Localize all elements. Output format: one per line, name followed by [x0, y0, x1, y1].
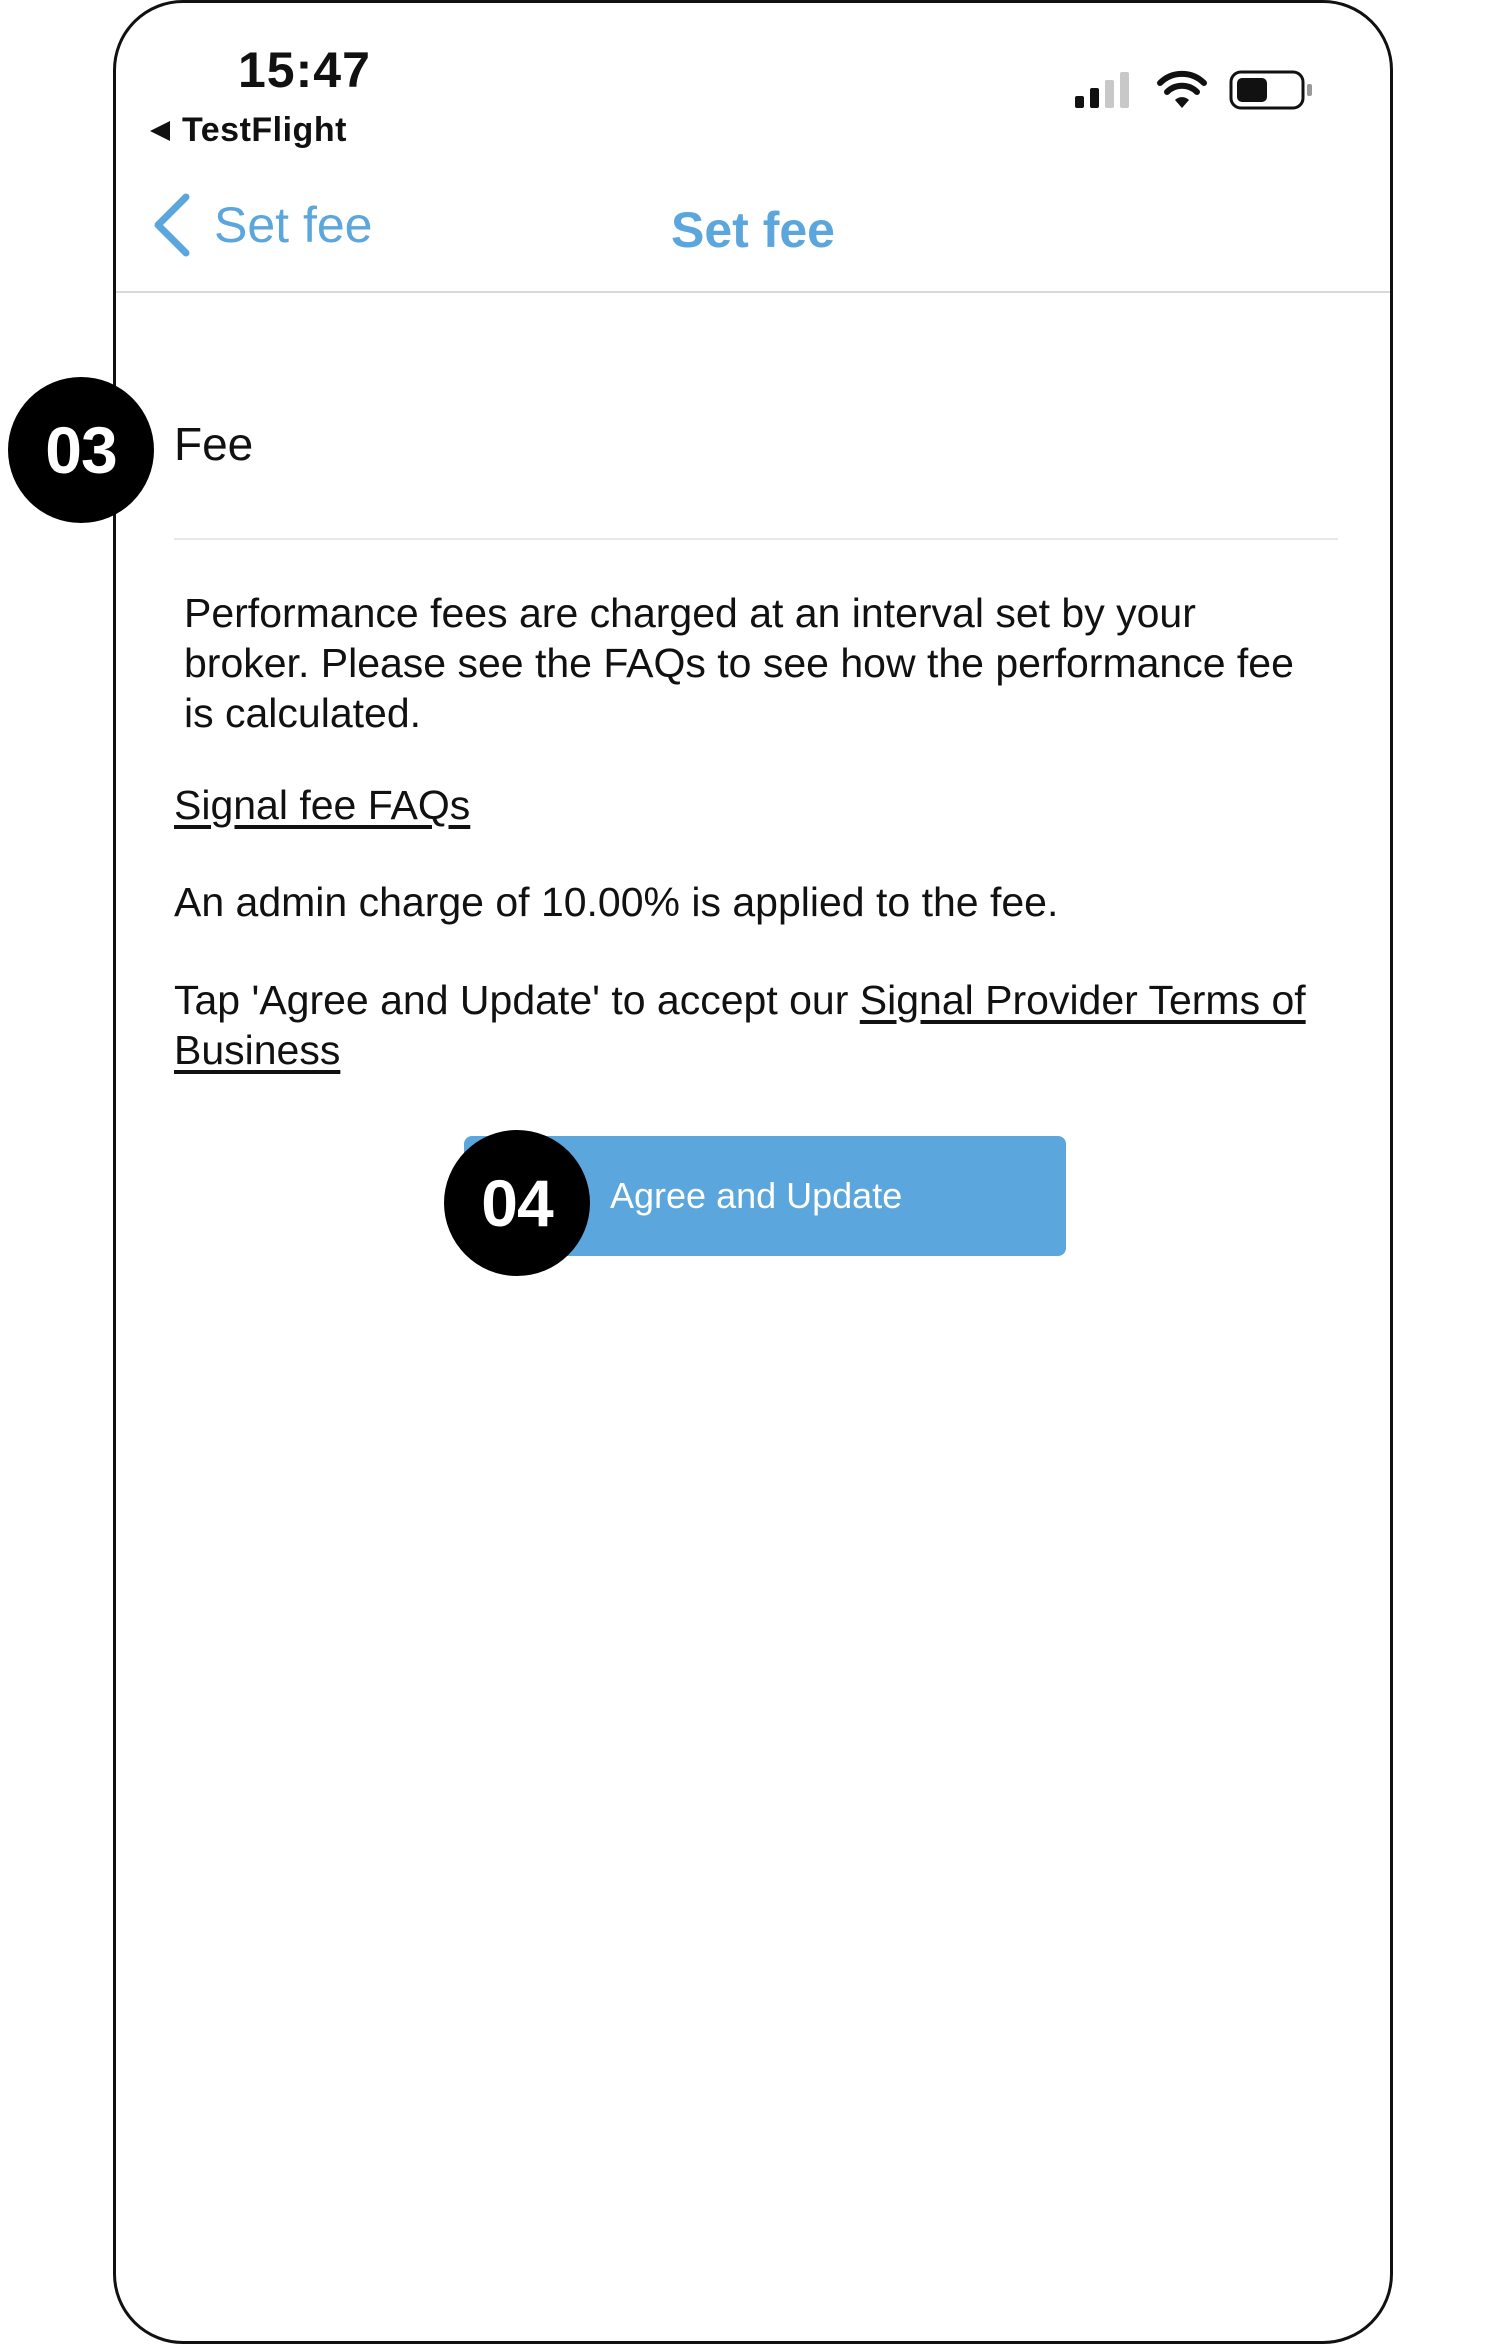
status-icons — [1075, 69, 1315, 111]
battery-icon — [1229, 70, 1312, 110]
divider — [174, 538, 1338, 540]
admin-charge-text: An admin charge of 10.00% is applied to … — [174, 879, 1059, 925]
status-time: 15:47 — [238, 42, 371, 98]
wifi-icon — [1157, 70, 1207, 108]
terms-text: Tap 'Agree and Update' to accept our Sig… — [174, 975, 1344, 1075]
back-app-label: TestFlight — [182, 111, 347, 149]
page-title: Set fee — [671, 202, 835, 258]
fee-description: Performance fees are charged at an inter… — [184, 590, 1294, 736]
step-badge-04: 04 — [444, 1130, 590, 1276]
signal-fee-faqs-link[interactable]: Signal fee FAQs — [174, 782, 470, 829]
step-badge-03: 03 — [8, 377, 154, 523]
phone-frame: 15:47 TestFlight Set fee Set fee Fee Per… — [113, 0, 1393, 2344]
signal-icon — [1075, 72, 1129, 108]
navigation-bar: Set fee Set fee — [116, 183, 1390, 293]
back-to-app-button[interactable]: TestFlight — [150, 111, 347, 150]
agree-button-label: Agree and Update — [610, 1175, 903, 1216]
fee-field-label: Fee — [174, 418, 254, 470]
back-triangle-icon — [150, 120, 170, 141]
terms-prefix: Tap 'Agree and Update' to accept our — [174, 977, 860, 1023]
